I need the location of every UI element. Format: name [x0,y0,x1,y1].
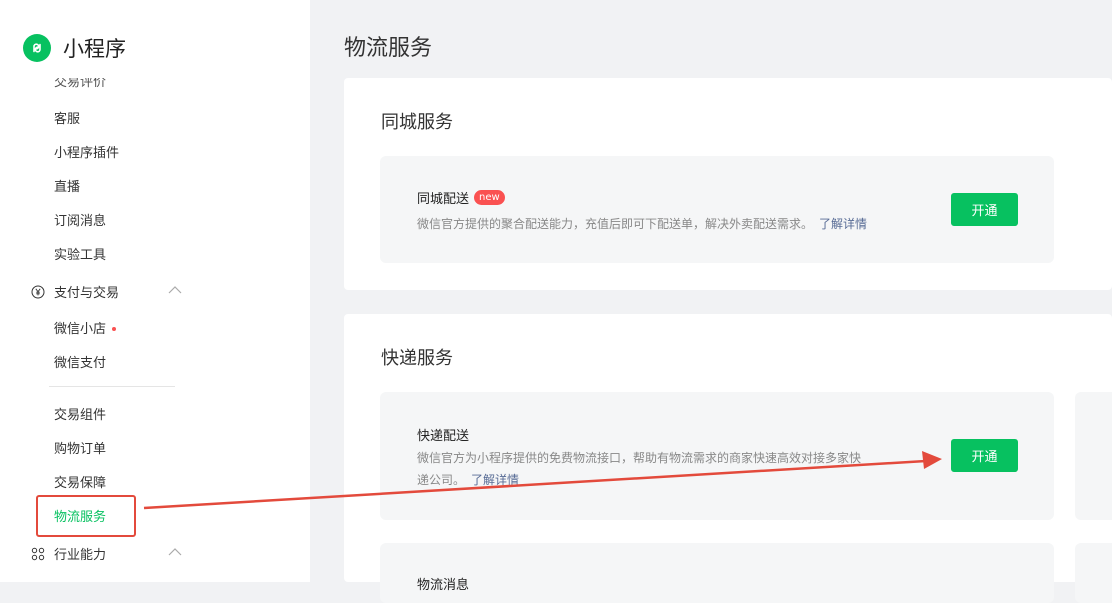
app-logo[interactable]: 小程序 [23,33,126,63]
sidebar-group-industry[interactable]: 行业能力 [30,544,182,563]
learn-more-link[interactable]: 了解详情 [819,217,867,231]
description-text: 微信官方提供的聚合配送能力，充值后即可下配送单，解决外卖配送需求。 [417,217,814,231]
sidebar-item-wechat-pay[interactable]: 微信支付 [54,352,106,371]
sidebar-item-subscribe-msg[interactable]: 订阅消息 [54,210,106,229]
description-line: 微信官方为小程序提供的免费物流接口，帮助有物流需求的商家快速高效对接多家快 [417,451,862,465]
sidebar-item-live[interactable]: 直播 [54,176,80,195]
group-label: 支付与交易 [54,286,120,301]
sidebar-item-trade-review[interactable]: 交易评价 [54,78,106,90]
mini-program-icon [23,34,51,62]
sidebar-group-pay-trade[interactable]: 支付与交易 [30,282,182,301]
open-express-button[interactable]: 开通 [951,439,1018,472]
description-text: 递公司。 [417,473,466,487]
chevron-up-icon[interactable] [168,546,182,561]
sidebar-item-wechat-store[interactable]: 微信小店 [54,318,117,337]
app-title: 小程序 [63,37,126,61]
card-title: 物流消息 [417,578,470,593]
sidebar-item-trade-guarantee[interactable]: 交易保障 [54,472,106,491]
annotation-highlight-box [36,495,136,537]
side-card [1075,392,1112,520]
side-card [1075,543,1112,603]
section-title: 快递服务 [381,348,453,369]
sidebar-item-trade-component[interactable]: 交易组件 [54,404,106,423]
notification-dot [112,326,117,331]
logistics-message-card: 物流消息 [380,543,1054,603]
card-title: 同城配送 new [417,188,505,207]
industry-icon [30,546,46,562]
new-badge: new [474,190,505,205]
sidebar-item-plugins[interactable]: 小程序插件 [54,142,119,161]
chevron-up-icon[interactable] [168,284,182,299]
group-label: 行业能力 [54,548,107,563]
sidebar-item-lab-tools[interactable]: 实验工具 [54,244,106,263]
open-same-city-button[interactable]: 开通 [951,193,1018,226]
sidebar-item-customer-service[interactable]: 客服 [54,108,80,127]
same-city-delivery-card: 同城配送 new 微信官方提供的聚合配送能力，充值后即可下配送单，解决外卖配送需… [380,156,1054,263]
express-panel: 快递服务 快递配送 微信官方为小程序提供的免费物流接口，帮助有物流需求的商家快速… [344,314,1112,603]
card-title-text: 同城配送 [417,192,470,207]
express-delivery-card: 快递配送 微信官方为小程序提供的免费物流接口，帮助有物流需求的商家快速高效对接多… [380,392,1054,520]
learn-more-link[interactable]: 了解详情 [471,473,519,487]
sidebar-item-label: 微信小店 [54,322,107,337]
same-city-panel: 同城服务 同城配送 new 微信官方提供的聚合配送能力，充值后即可下配送单，解决… [344,78,1112,290]
card-description: 微信官方为小程序提供的免费物流接口，帮助有物流需求的商家快速高效对接多家快 递公… [417,447,907,491]
yuan-icon [30,284,46,300]
section-title: 同城服务 [381,112,453,133]
description-line-2: 递公司。 了解详情 [417,469,907,491]
sidebar-divider [49,386,175,387]
sidebar-item-shopping-orders[interactable]: 购物订单 [54,438,106,457]
card-title: 快递配送 [417,429,470,444]
card-description: 微信官方提供的聚合配送能力，充值后即可下配送单，解决外卖配送需求。 了解详情 [417,213,867,235]
page-title: 物流服务 [344,36,433,61]
